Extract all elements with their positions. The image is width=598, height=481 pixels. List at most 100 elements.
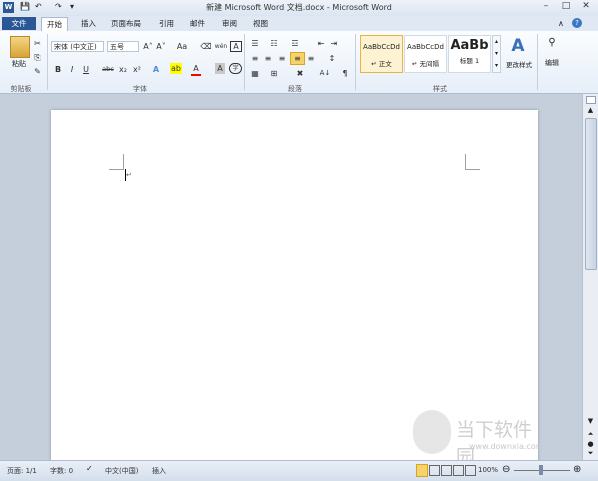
change-styles-icon[interactable]: A <box>508 36 528 56</box>
superscript-button[interactable]: x² <box>132 64 142 75</box>
clear-formatting-icon[interactable]: ⌫ <box>200 41 212 52</box>
group-label-font: 字体 <box>133 85 147 93</box>
underline-button[interactable]: U <box>81 64 91 75</box>
tab-view[interactable]: 视图 <box>248 17 273 30</box>
increase-indent-icon[interactable]: ⇥ <box>328 38 340 49</box>
subscript-button[interactable]: x₂ <box>118 64 128 75</box>
tab-mailings[interactable]: 邮件 <box>185 17 210 30</box>
zoom-out-button[interactable]: ⊖ <box>502 464 510 475</box>
prev-page-icon[interactable]: ⏶ <box>585 430 596 440</box>
change-styles-button[interactable]: 更改样式 <box>503 59 535 69</box>
text-effects-icon[interactable]: A <box>151 64 161 75</box>
web-layout-icon[interactable] <box>441 465 452 476</box>
crop-mark-tr-h <box>465 169 480 170</box>
minimize-button[interactable]: – <box>536 0 556 13</box>
font-size-select[interactable]: 五号 <box>107 41 139 52</box>
tab-home[interactable]: 开始 <box>41 17 68 32</box>
style-normal[interactable]: AaBbCcDd ↵ 正文 <box>360 35 403 73</box>
numbering-icon[interactable]: ☷ <box>268 38 280 49</box>
font-name-select[interactable]: 宋体 (中文正) <box>51 41 104 52</box>
outline-icon[interactable] <box>453 465 464 476</box>
shading-icon[interactable]: ▦ <box>249 68 261 79</box>
grow-font-icon[interactable]: A˄ <box>142 41 154 52</box>
draft-icon[interactable] <box>465 465 476 476</box>
group-label-paragraph: 段落 <box>288 85 302 93</box>
status-bar: 页面: 1/1 字数: 0 ✓ 中文(中国) 插入 100% ⊖ ⊕ <box>0 460 598 481</box>
highlight-icon[interactable]: ab <box>170 63 182 74</box>
tab-page-layout[interactable]: 页面布局 <box>106 17 146 30</box>
character-shading-icon[interactable]: A <box>215 63 225 74</box>
styles-scroll[interactable]: ▴ ▾ ▾ <box>492 35 501 73</box>
style-preview: AaBb <box>450 38 489 53</box>
font-color-icon[interactable]: A <box>191 63 201 76</box>
crop-mark-tl-h <box>109 169 124 170</box>
style-name: 标题 1 <box>459 57 480 65</box>
align-center-icon[interactable]: ≡ <box>262 53 274 64</box>
sort-icon[interactable]: A↓ <box>318 68 332 79</box>
style-preview: AaBbCcDd <box>407 43 444 51</box>
paste-icon[interactable] <box>10 36 30 58</box>
character-border-icon[interactable]: A <box>230 41 242 52</box>
bold-button[interactable]: B <box>53 64 63 75</box>
tab-review[interactable]: 审阅 <box>217 17 242 30</box>
group-separator <box>537 34 538 90</box>
next-page-icon[interactable]: ⏷ <box>585 449 596 459</box>
ruler-toggle-icon[interactable] <box>586 96 596 104</box>
insert-mode[interactable]: 插入 <box>152 466 166 476</box>
decrease-indent-icon[interactable]: ⇤ <box>315 38 327 49</box>
page-count[interactable]: 页面: 1/1 <box>7 466 37 476</box>
group-label-styles: 样式 <box>433 85 447 93</box>
group-separator <box>244 34 245 90</box>
crop-mark-tl-v <box>123 154 124 169</box>
language[interactable]: 中文(中国) <box>105 466 138 476</box>
copy-icon[interactable]: ⎘ <box>32 52 43 63</box>
tab-insert[interactable]: 插入 <box>76 17 101 30</box>
italic-button[interactable]: I <box>67 64 77 75</box>
show-marks-icon[interactable]: ¶ <box>340 68 350 79</box>
restore-button[interactable]: □ <box>556 0 576 13</box>
collapse-ribbon-icon[interactable]: ∧ <box>558 19 568 28</box>
scroll-down-icon[interactable]: ▼ <box>585 417 596 427</box>
binoculars-icon[interactable]: ⚲ <box>545 37 559 50</box>
justify-icon[interactable]: ≡ <box>290 52 305 65</box>
group-separator <box>47 34 48 90</box>
vertical-scrollbar[interactable]: ▲ ▼ ⏶ ● ⏷ <box>582 94 598 460</box>
title-bar: W 💾 ↶ ↷ ▾ 新建 Microsoft Word 文档.docx - Mi… <box>0 0 598 17</box>
tab-references[interactable]: 引用 <box>154 17 179 30</box>
cut-icon[interactable]: ✂ <box>32 38 43 49</box>
align-left-icon[interactable]: ≡ <box>249 53 261 64</box>
watermark-url: www.downxia.com <box>469 442 544 451</box>
bullets-icon[interactable]: ☰ <box>249 38 261 49</box>
enclose-characters-icon[interactable]: 字 <box>229 63 242 74</box>
style-name: ↵ 无间隔 <box>411 60 439 68</box>
style-heading-1[interactable]: AaBb 标题 1 <box>448 35 491 73</box>
format-painter-icon[interactable]: ✎ <box>32 66 43 77</box>
editing-button[interactable]: 编辑 <box>542 58 562 68</box>
shrink-font-icon[interactable]: A˅ <box>155 41 167 52</box>
style-no-spacing[interactable]: AaBbCcDd ↵ 无间隔 <box>404 35 447 73</box>
help-icon[interactable]: ? <box>572 18 582 28</box>
word-count[interactable]: 字数: 0 <box>50 466 73 476</box>
full-screen-reading-icon[interactable] <box>429 465 440 476</box>
phonetic-guide-icon[interactable]: wén <box>214 41 228 52</box>
scroll-thumb[interactable] <box>585 118 597 270</box>
borders-icon[interactable]: ⊞ <box>268 68 280 79</box>
zoom-in-button[interactable]: ⊕ <box>573 464 581 475</box>
document-page[interactable]: ↵ 当下软件园 www.downxia.com <box>51 110 544 470</box>
zoom-level[interactable]: 100% <box>478 466 498 474</box>
tab-file[interactable]: 文件 <box>2 17 36 30</box>
proofing-icon[interactable]: ✓ <box>86 464 96 474</box>
change-case-icon[interactable]: Aa <box>174 41 190 52</box>
line-spacing-icon[interactable]: ↕ <box>325 53 339 64</box>
align-right-icon[interactable]: ≡ <box>276 53 288 64</box>
print-layout-icon[interactable] <box>416 464 428 477</box>
strikethrough-button[interactable]: abc <box>101 64 115 75</box>
close-button[interactable]: ✕ <box>576 0 596 13</box>
scroll-up-icon[interactable]: ▲ <box>585 106 596 116</box>
chinese-layout-icon[interactable]: ✖ <box>294 68 306 79</box>
zoom-slider-thumb[interactable] <box>539 465 543 475</box>
paste-button[interactable]: 粘贴 <box>9 59 29 69</box>
distributed-icon[interactable]: ≡ <box>305 53 317 64</box>
multilevel-list-icon[interactable]: ☲ <box>289 38 301 49</box>
paragraph-mark: ↵ <box>126 171 132 179</box>
